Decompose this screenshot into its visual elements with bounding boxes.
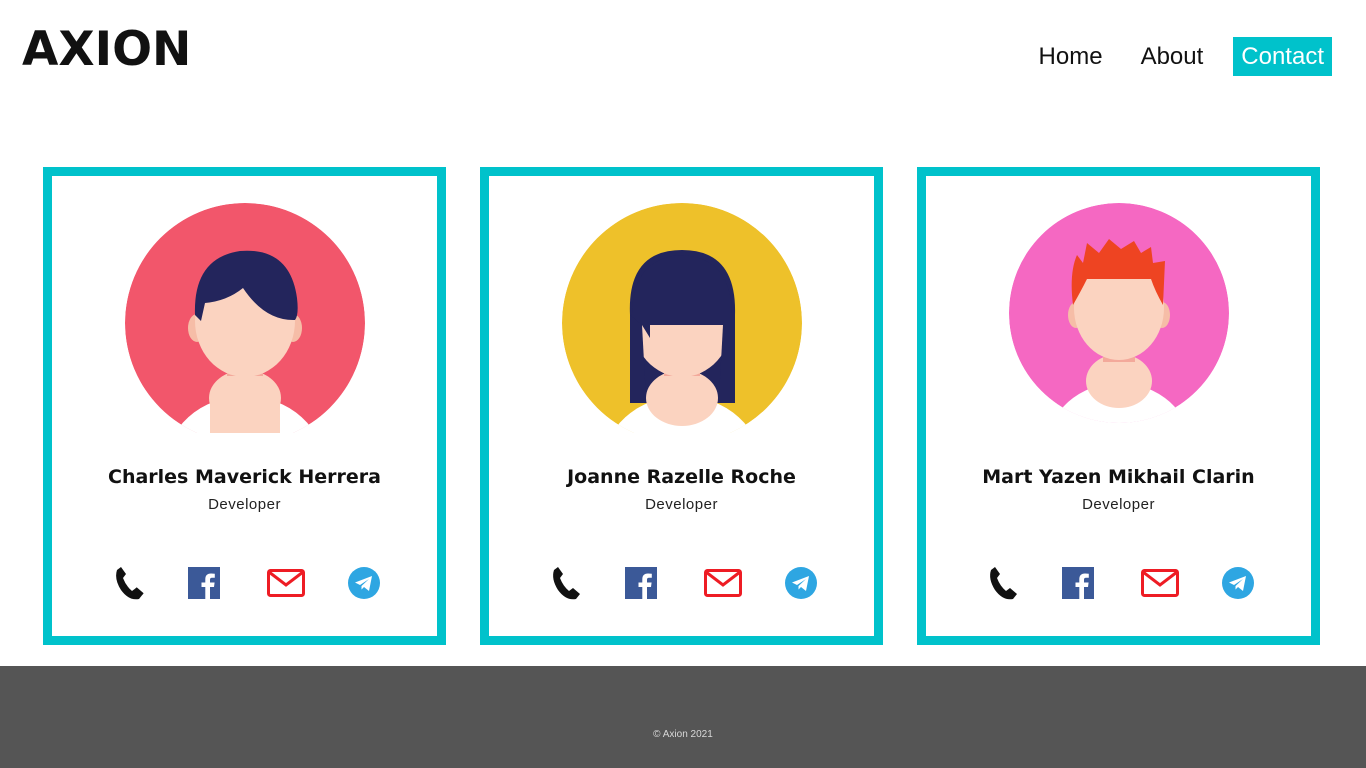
avatar-charles [124,203,365,433]
social-links [52,563,437,603]
team-cards: Charles Maverick Herrera Developer Joann… [43,167,1320,645]
team-card: Mart Yazen Mikhail Clarin Developer [917,167,1320,645]
site-header: AXION Home About Contact [0,0,1366,110]
email-icon[interactable] [703,563,743,603]
social-links [926,563,1311,603]
facebook-icon[interactable] [1058,563,1098,603]
facebook-icon[interactable] [621,563,661,603]
member-role: Developer [645,496,718,513]
avatar-mart [1008,203,1229,423]
member-name: Mart Yazen Mikhail Clarin [982,466,1255,488]
telegram-icon[interactable] [781,563,821,603]
telegram-icon[interactable] [344,563,384,603]
phone-icon[interactable] [109,563,149,603]
telegram-icon[interactable] [1218,563,1258,603]
member-role: Developer [208,496,281,513]
social-links [489,563,874,603]
avatar-joanne [561,203,802,433]
email-icon[interactable] [1140,563,1180,603]
email-icon[interactable] [266,563,306,603]
site-footer: © Axion 2021 [0,666,1366,768]
phone-icon[interactable] [546,563,586,603]
phone-icon[interactable] [983,563,1023,603]
team-card: Joanne Razelle Roche Developer [480,167,883,645]
member-name: Charles Maverick Herrera [108,466,381,488]
member-name: Joanne Razelle Roche [567,466,796,488]
team-card: Charles Maverick Herrera Developer [43,167,446,645]
nav-contact-link[interactable]: Contact [1233,37,1332,76]
member-role: Developer [1082,496,1155,513]
nav-home-link[interactable]: Home [1031,37,1111,76]
facebook-icon[interactable] [184,563,224,603]
main-nav: Home About Contact [1009,37,1332,76]
nav-about-link[interactable]: About [1133,37,1212,76]
logo[interactable]: AXION [22,22,191,78]
copyright-text: © Axion 2021 [653,729,713,740]
